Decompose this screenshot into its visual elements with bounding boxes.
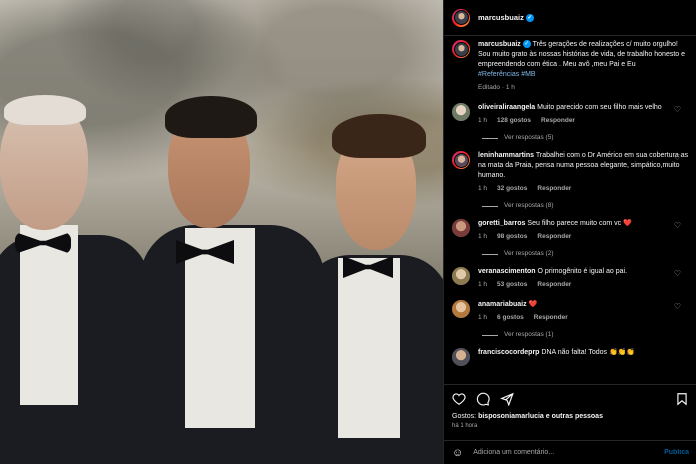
caption: marcusbuaiz ✓ Três gerações de realizaçõe… — [452, 40, 689, 93]
list-item: veranascimenton O primogênito é igual ao… — [452, 267, 689, 290]
avatar[interactable] — [452, 40, 470, 58]
publish-button[interactable]: Publica — [664, 449, 689, 456]
emoji-icon[interactable]: ☺ — [452, 447, 463, 459]
avatar[interactable] — [452, 348, 470, 366]
avatar[interactable] — [452, 151, 470, 169]
avatar[interactable] — [452, 300, 470, 318]
comment-text: DNA não falta! Todos 👏👏👏 — [541, 349, 636, 356]
caption-username[interactable]: marcusbuaiz — [478, 41, 521, 48]
reply-button[interactable]: Responder — [537, 280, 571, 290]
heart-icon[interactable]: ♡ — [674, 269, 681, 278]
heart-icon[interactable]: ♡ — [674, 302, 681, 311]
avatar[interactable] — [452, 8, 470, 27]
comment-text: ❤️ — [528, 301, 538, 308]
heart-icon[interactable] — [452, 392, 466, 406]
comment-input[interactable]: Adiciona um comentário... — [473, 449, 664, 456]
add-comment-bar: ☺ Adiciona um comentário... Publica — [444, 440, 696, 464]
comment-likes[interactable]: 53 gostos — [497, 280, 527, 290]
list-item: franciscocordeprp DNA não falta! Todos 👏… — [452, 348, 689, 366]
avatar[interactable] — [452, 267, 470, 285]
list-item: anamariabuaiz ❤️ 1 h 6 gostos Responder ♡ — [452, 300, 689, 323]
heart-icon[interactable]: ♡ — [674, 153, 681, 162]
comment-text: Muito parecido com seu filho mais velho — [537, 104, 662, 111]
caption-hashtags[interactable]: #Referências #MB — [478, 71, 536, 78]
reply-button[interactable]: Responder — [537, 232, 571, 242]
comment-username[interactable]: anamariabuaiz — [478, 301, 527, 308]
comment-time: 1 h — [478, 281, 488, 288]
likes-summary: Gostos: bisposoniamarlucia e outras pess… — [452, 413, 603, 420]
view-replies-button[interactable]: Ver respostas (2) — [482, 250, 689, 257]
likes-by-link[interactable]: bisposoniamarlucia e outras pessoas — [478, 413, 603, 420]
reply-button[interactable]: Responder — [541, 116, 575, 126]
heart-icon[interactable]: ♡ — [674, 105, 681, 114]
comments-list[interactable]: marcusbuaiz ✓ Três gerações de realizaçõe… — [444, 36, 696, 384]
comment-time: 1 h — [478, 117, 488, 124]
comment-username[interactable]: goretti_barros — [478, 220, 525, 227]
view-replies-button[interactable]: Ver respostas (5) — [482, 134, 689, 141]
post-header: marcusbuaiz ✓ — [444, 0, 696, 36]
son-hair — [332, 114, 426, 158]
bookmark-icon[interactable] — [675, 392, 689, 406]
comment-text: O primogênito é igual ao pai. — [537, 268, 628, 275]
list-item: oliveiraliraangela Muito parecido com se… — [452, 103, 689, 126]
view-replies-button[interactable]: Ver respostas (8) — [482, 202, 689, 209]
header-username[interactable]: marcusbuaiz ✓ — [478, 13, 534, 22]
post-photo[interactable] — [0, 0, 443, 464]
comment-text: Seu filho parece muito com vc ❤️ — [527, 220, 632, 227]
comment-time: 1 h — [478, 233, 488, 240]
comment-likes[interactable]: 32 gostos — [497, 184, 527, 194]
list-item: goretti_barros Seu filho parece muito co… — [452, 219, 689, 242]
comment-username[interactable]: oliveiraliraangela — [478, 104, 535, 111]
comment-likes[interactable]: 98 gostos — [497, 232, 527, 242]
post-time: há 1 hora — [452, 423, 478, 429]
comment-icon[interactable] — [476, 392, 490, 406]
view-replies-button[interactable]: Ver respostas (1) — [482, 331, 689, 338]
list-item: leninhammartins Trabalhei com o Dr Améri… — [452, 151, 689, 194]
son-shirt — [338, 258, 400, 438]
share-icon[interactable] — [500, 392, 514, 406]
comment-username[interactable]: franciscocordeprp — [478, 349, 539, 356]
grandfather-shirt — [20, 225, 78, 405]
comment-time: 1 h — [478, 185, 488, 192]
comment-username[interactable]: leninhammartins — [478, 152, 534, 159]
comment-likes[interactable]: 6 gostos — [497, 313, 524, 323]
reply-button[interactable]: Responder — [537, 184, 571, 194]
caption-edited: Editado · 1 h — [478, 84, 515, 91]
avatar[interactable] — [452, 103, 470, 121]
father-hair — [165, 96, 257, 138]
post-side-panel: marcusbuaiz ✓ marcusbuaiz ✓ Três gerações … — [443, 0, 696, 464]
grandfather-hair — [4, 95, 86, 125]
comment-username[interactable]: veranascimenton — [478, 268, 536, 275]
verified-icon: ✓ — [522, 40, 531, 49]
verified-icon: ✓ — [525, 14, 534, 22]
comment-time: 1 h — [478, 314, 488, 321]
avatar[interactable] — [452, 219, 470, 237]
heart-icon[interactable]: ♡ — [674, 221, 681, 230]
reply-button[interactable]: Responder — [534, 313, 568, 323]
comment-likes[interactable]: 128 gostos — [497, 116, 531, 126]
